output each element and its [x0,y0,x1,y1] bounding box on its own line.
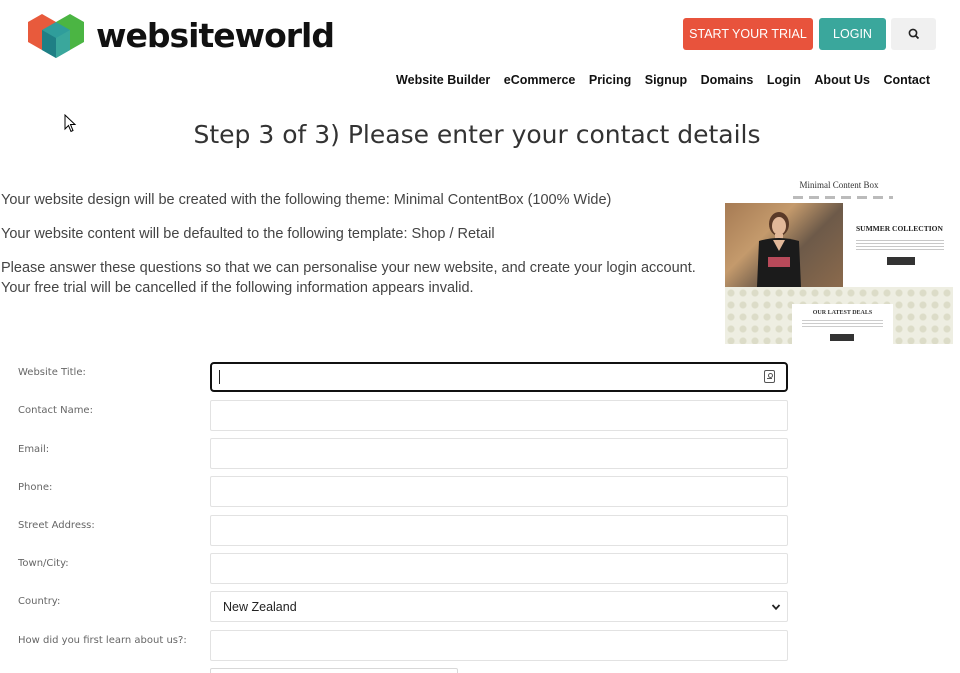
preview-model-image [757,212,801,287]
label-country: Country: [18,596,61,607]
nav-domains[interactable]: Domains [701,73,754,87]
preview-title: Minimal Content Box [799,180,879,190]
template-info: Your website content will be defaulted t… [1,226,495,242]
street-address-input[interactable] [210,515,788,546]
town-city-input[interactable] [210,553,788,584]
contact-name-input[interactable] [210,400,788,431]
nav-about-us[interactable]: About Us [814,73,870,87]
label-website-title: Website Title: [18,367,86,378]
search-button[interactable] [891,18,936,50]
start-trial-button[interactable]: START YOUR TRIAL [683,18,813,50]
nav-website-builder[interactable]: Website Builder [396,73,490,87]
logo-text: websiteworld [96,16,335,55]
nav-signup[interactable]: Signup [645,73,687,87]
preview-deals-card: OUR LATEST DEALS [792,304,893,344]
nav-pricing[interactable]: Pricing [589,73,631,87]
label-contact-name: Contact Name: [18,405,93,416]
website-title-input[interactable] [210,362,788,392]
contact-card-icon[interactable] [764,370,775,383]
label-street-address: Street Address: [18,520,95,531]
phone-input[interactable] [210,476,788,507]
theme-info: Your website design will be created with… [1,192,612,208]
text-caret [219,370,220,384]
country-select[interactable]: New Zealand [210,591,788,622]
nav-login[interactable]: Login [767,73,801,87]
main-nav: Website Builder eCommerce Pricing Signup… [383,73,930,87]
nav-ecommerce[interactable]: eCommerce [504,73,576,87]
search-icon [908,28,919,40]
chevron-down-icon [771,604,781,611]
logo-mark-icon [28,14,84,58]
label-town-city: Town/City: [18,558,69,569]
theme-preview: Minimal Content Box SUMMER COLLECTION OU… [725,176,953,344]
nav-contact[interactable]: Contact [883,73,930,87]
preview-nav [793,196,893,199]
email-input[interactable] [210,438,788,469]
label-email: Email: [18,444,50,455]
preview-hero-button [887,257,915,265]
preview-hero-text [856,240,944,252]
label-phone: Phone: [18,482,53,493]
logo[interactable]: websiteworld [28,14,335,58]
preview-hero-heading: SUMMER COLLECTION [856,224,943,233]
country-selected-value: New Zealand [223,599,297,614]
preview-hero-image [725,203,843,287]
page-title: Step 3 of 3) Please enter your contact d… [193,120,761,149]
login-button[interactable]: LOGIN [819,18,886,50]
preview-deals-text [802,320,883,327]
preview-deals-heading: OUR LATEST DEALS [812,310,873,316]
learn-about-us-input[interactable] [210,630,788,661]
trial-notice: Please answer these questions so that we… [1,260,696,296]
next-field-partial[interactable] [210,668,458,673]
preview-deals-button [830,334,854,341]
label-learn-about-us: How did you first learn about us?: [18,635,187,646]
